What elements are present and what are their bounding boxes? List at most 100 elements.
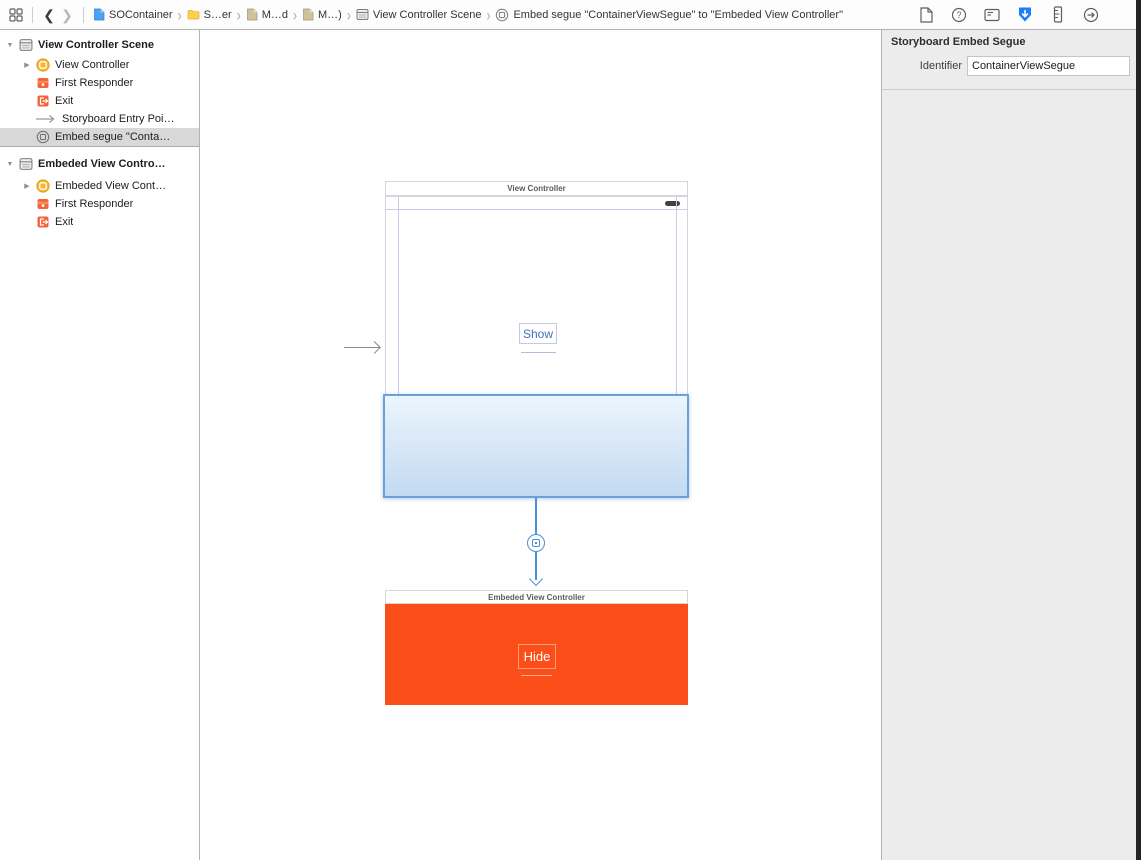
view-controller-icon [35, 58, 50, 73]
embed-segue-icon [495, 8, 509, 22]
bottom-vc-header-bar[interactable]: Embeded View Controller [385, 590, 688, 604]
breadcrumb-separator: › [177, 4, 182, 25]
outline-item-label: Embeded View Cont… [55, 180, 167, 192]
back-button[interactable]: ❮ [40, 6, 58, 24]
outline-item-first-responder[interactable]: First Responder [0, 74, 199, 92]
chevron-left-icon: ❮ [43, 6, 55, 23]
breadcrumb-label: SOContainer [109, 8, 173, 21]
jump-bar: ❮ ❯ SOContainer › S…er › M…d › M…) › Vie… [0, 0, 881, 30]
outline-item-label: Storyboard Entry Poi… [62, 113, 175, 125]
breadcrumb-file-1[interactable]: M…d [246, 8, 288, 21]
entry-point-arrow-icon [35, 112, 57, 127]
layout-guide-left [398, 197, 399, 395]
file-inspector-icon [919, 6, 933, 23]
attributes-badge-icon [1017, 6, 1033, 23]
utilities-panel: Storyboard Embed Segue Identifier [881, 30, 1136, 860]
segue-dot [534, 541, 538, 545]
entry-point-arrowhead-icon [368, 341, 381, 354]
breadcrumb-segue[interactable]: Embed segue "ContainerViewSegue" to "Emb… [495, 8, 843, 22]
identifier-input[interactable] [967, 56, 1130, 76]
scene-group-embeded-view-controller[interactable]: ▼ Embeded View Contro… [0, 155, 199, 173]
disclosure-down-icon[interactable]: ▼ [5, 161, 15, 168]
outline-item-label: View Controller [55, 59, 130, 71]
embed-segue-icon [35, 130, 50, 145]
breadcrumb-scene[interactable]: View Controller Scene [356, 8, 481, 21]
segue-inner-square [532, 539, 540, 547]
embed-segue-canvas-icon[interactable] [527, 534, 545, 552]
breadcrumb-folder[interactable]: S…er [187, 9, 232, 21]
question-mark-icon: ? [951, 7, 967, 23]
forward-button[interactable]: ❯ [58, 6, 76, 24]
connections-arrow-icon [1083, 7, 1099, 23]
breadcrumb-label: Embed segue "ContainerViewSegue" to "Emb… [513, 8, 843, 21]
status-bar-guide [386, 209, 687, 210]
scene-icon [18, 157, 33, 172]
bottom-vc-view[interactable]: Hide [385, 604, 688, 705]
divider [32, 6, 33, 23]
hide-button[interactable]: Hide [518, 644, 556, 669]
identifier-label: Identifier [919, 60, 962, 72]
disclosure-right-icon[interactable]: ▶ [22, 61, 32, 69]
exit-icon [35, 94, 50, 109]
container-view[interactable] [383, 394, 689, 498]
breadcrumb-separator: › [293, 4, 297, 25]
scene-group-view-controller[interactable]: ▼ View Controller Scene [0, 36, 199, 54]
exit-icon [35, 215, 50, 230]
show-button-baseline-guide [521, 352, 556, 353]
breadcrumb-label: M…d [261, 8, 288, 21]
outline-item-embed-segue-selected[interactable]: Embed segue "Conta… [0, 128, 199, 147]
outline-item-first-responder[interactable]: First Responder [0, 195, 199, 213]
breadcrumb-separator: › [486, 4, 491, 25]
tab-attributes-inspector-selected[interactable] [1015, 5, 1035, 25]
document-outline: ▼ View Controller Scene ▶ View Controlle… [0, 30, 200, 860]
breadcrumb-file-2[interactable]: M…) [302, 8, 342, 21]
top-vc-header-bar[interactable]: View Controller [385, 181, 688, 196]
breadcrumb-project[interactable]: SOContainer [93, 8, 173, 21]
disclosure-down-icon[interactable]: ▼ [5, 42, 15, 49]
outline-item-label: Embed segue "Conta… [55, 131, 171, 143]
battery-icon [665, 200, 680, 206]
screen-edge-strip [1136, 0, 1141, 860]
scene-group-label: Embeded View Contro… [38, 158, 166, 170]
outline-item-exit[interactable]: Exit [0, 213, 199, 231]
outline-item-storyboard-entry-point[interactable]: Storyboard Entry Poi… [0, 110, 199, 128]
show-button[interactable]: Show [519, 323, 557, 344]
first-responder-icon [35, 197, 50, 212]
disclosure-right-icon[interactable]: ▶ [22, 182, 32, 190]
section-title: Storyboard Embed Segue [891, 36, 1026, 48]
inspector-tab-bar: ? [881, 0, 1136, 30]
identity-card-icon [984, 8, 1000, 22]
outline-item-label: Exit [55, 95, 74, 107]
hide-button-baseline-guide [521, 675, 552, 676]
tan-file-icon [302, 8, 314, 21]
breadcrumb-separator: › [236, 4, 241, 25]
scene-group-label: View Controller Scene [38, 39, 154, 51]
tab-identity-inspector[interactable] [982, 5, 1002, 25]
first-responder-icon [35, 76, 50, 91]
top-vc-title: View Controller [507, 184, 566, 193]
chevron-right-icon: ❯ [61, 6, 73, 23]
tab-size-inspector[interactable] [1048, 5, 1068, 25]
blue-file-icon [93, 8, 105, 21]
tab-quick-help-inspector[interactable]: ? [949, 5, 969, 25]
outline-item-label: First Responder [55, 198, 134, 210]
related-items-grid-icon [9, 7, 23, 22]
outline-item-exit[interactable]: Exit [0, 92, 199, 110]
breadcrumb-separator: › [346, 4, 351, 25]
outline-item-embeded-view-controller[interactable]: ▶ Embeded View Cont… [0, 177, 199, 195]
tab-connections-inspector[interactable] [1081, 5, 1101, 25]
breadcrumb-label: M…) [318, 8, 342, 21]
related-items-button[interactable] [7, 6, 25, 24]
view-controller-icon [35, 179, 50, 194]
ruler-icon [1053, 6, 1063, 23]
tan-file-icon [246, 8, 258, 21]
storyboard-canvas[interactable]: View Controller Show Embeded View Contro… [200, 30, 881, 860]
xcode-interface-builder: ❮ ❯ SOContainer › S…er › M…d › M…) › Vie… [0, 0, 1141, 860]
outline-item-label: First Responder [55, 77, 134, 89]
segue-arrowhead-icon [528, 571, 544, 587]
tab-file-inspector[interactable] [916, 5, 936, 25]
divider [83, 6, 84, 23]
folder-icon [187, 9, 200, 20]
outline-item-view-controller[interactable]: ▶ View Controller [0, 56, 199, 74]
divider [882, 89, 1136, 90]
